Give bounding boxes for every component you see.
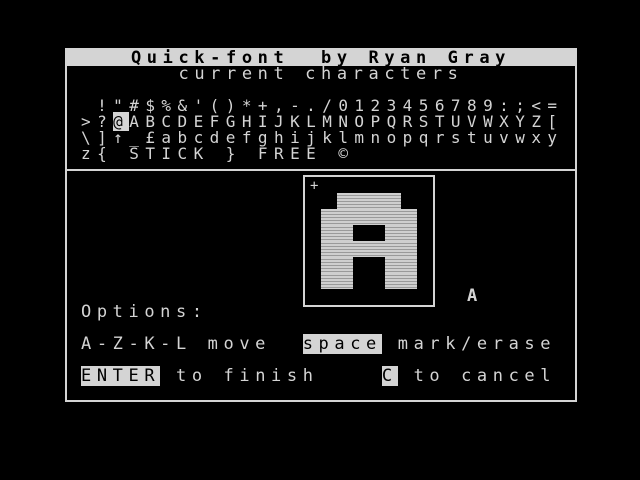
- glyph-pixel[interactable]: [353, 193, 369, 209]
- glyph-pixel[interactable]: [401, 241, 417, 257]
- glyph-pixel[interactable]: [401, 209, 417, 225]
- glyph-pixel[interactable]: [321, 209, 337, 225]
- glyph-pixel[interactable]: [337, 273, 353, 289]
- glyph-pixel[interactable]: [369, 241, 385, 257]
- glyph-pixel[interactable]: [385, 193, 401, 209]
- glyph-pixel[interactable]: [369, 209, 385, 225]
- charset-heading: current characters: [178, 64, 464, 84]
- glyph-pixel[interactable]: [353, 241, 369, 257]
- move-keys-row: A-Z-K-L move space mark/erase: [81, 334, 557, 354]
- glyph-pixel[interactable]: [321, 241, 337, 257]
- enter-key-action: to finish: [176, 366, 319, 386]
- glyph-pixel[interactable]: [321, 225, 337, 241]
- glyph-pixel[interactable]: [337, 193, 353, 209]
- glyph-pixel[interactable]: [401, 257, 417, 273]
- enter-cancel-row: ENTER to finish C to cancel: [81, 366, 557, 386]
- space-key[interactable]: space: [302, 334, 382, 354]
- character-preview: A: [467, 286, 478, 306]
- glyph-pixel[interactable]: [337, 209, 353, 225]
- glyph-pixel[interactable]: [337, 225, 353, 241]
- glyph-pixel[interactable]: [369, 193, 385, 209]
- glyph-pixel[interactable]: [385, 257, 401, 273]
- quick-font-window: Quick-font by Ryan Gray current characte…: [65, 48, 577, 402]
- glyph-pixel[interactable]: [337, 241, 353, 257]
- glyph-pixel[interactable]: [401, 273, 417, 289]
- divider: [67, 169, 575, 171]
- options-heading: Options:: [81, 302, 208, 322]
- enter-key[interactable]: ENTER: [81, 366, 161, 386]
- glyph-pixel[interactable]: [321, 273, 337, 289]
- charset-row-4[interactable]: z{ STICK } FREE ©: [81, 146, 354, 162]
- space-key-action: mark/erase: [397, 334, 557, 354]
- cancel-key[interactable]: C: [381, 366, 398, 386]
- pixel-editor-grid[interactable]: +: [303, 175, 435, 307]
- glyph-pixel[interactable]: [385, 241, 401, 257]
- glyph-pixel[interactable]: [385, 225, 401, 241]
- glyph-pixel[interactable]: [385, 209, 401, 225]
- glyph-pixel[interactable]: [337, 257, 353, 273]
- glyph-pixel[interactable]: [353, 209, 369, 225]
- glyph-pixel[interactable]: [321, 257, 337, 273]
- cancel-key-action: to cancel: [413, 366, 557, 386]
- edit-cursor[interactable]: +: [310, 179, 318, 193]
- glyph-pixel[interactable]: [385, 273, 401, 289]
- move-keys-hint: A-Z-K-L move: [81, 334, 272, 354]
- glyph-pixel[interactable]: [401, 225, 417, 241]
